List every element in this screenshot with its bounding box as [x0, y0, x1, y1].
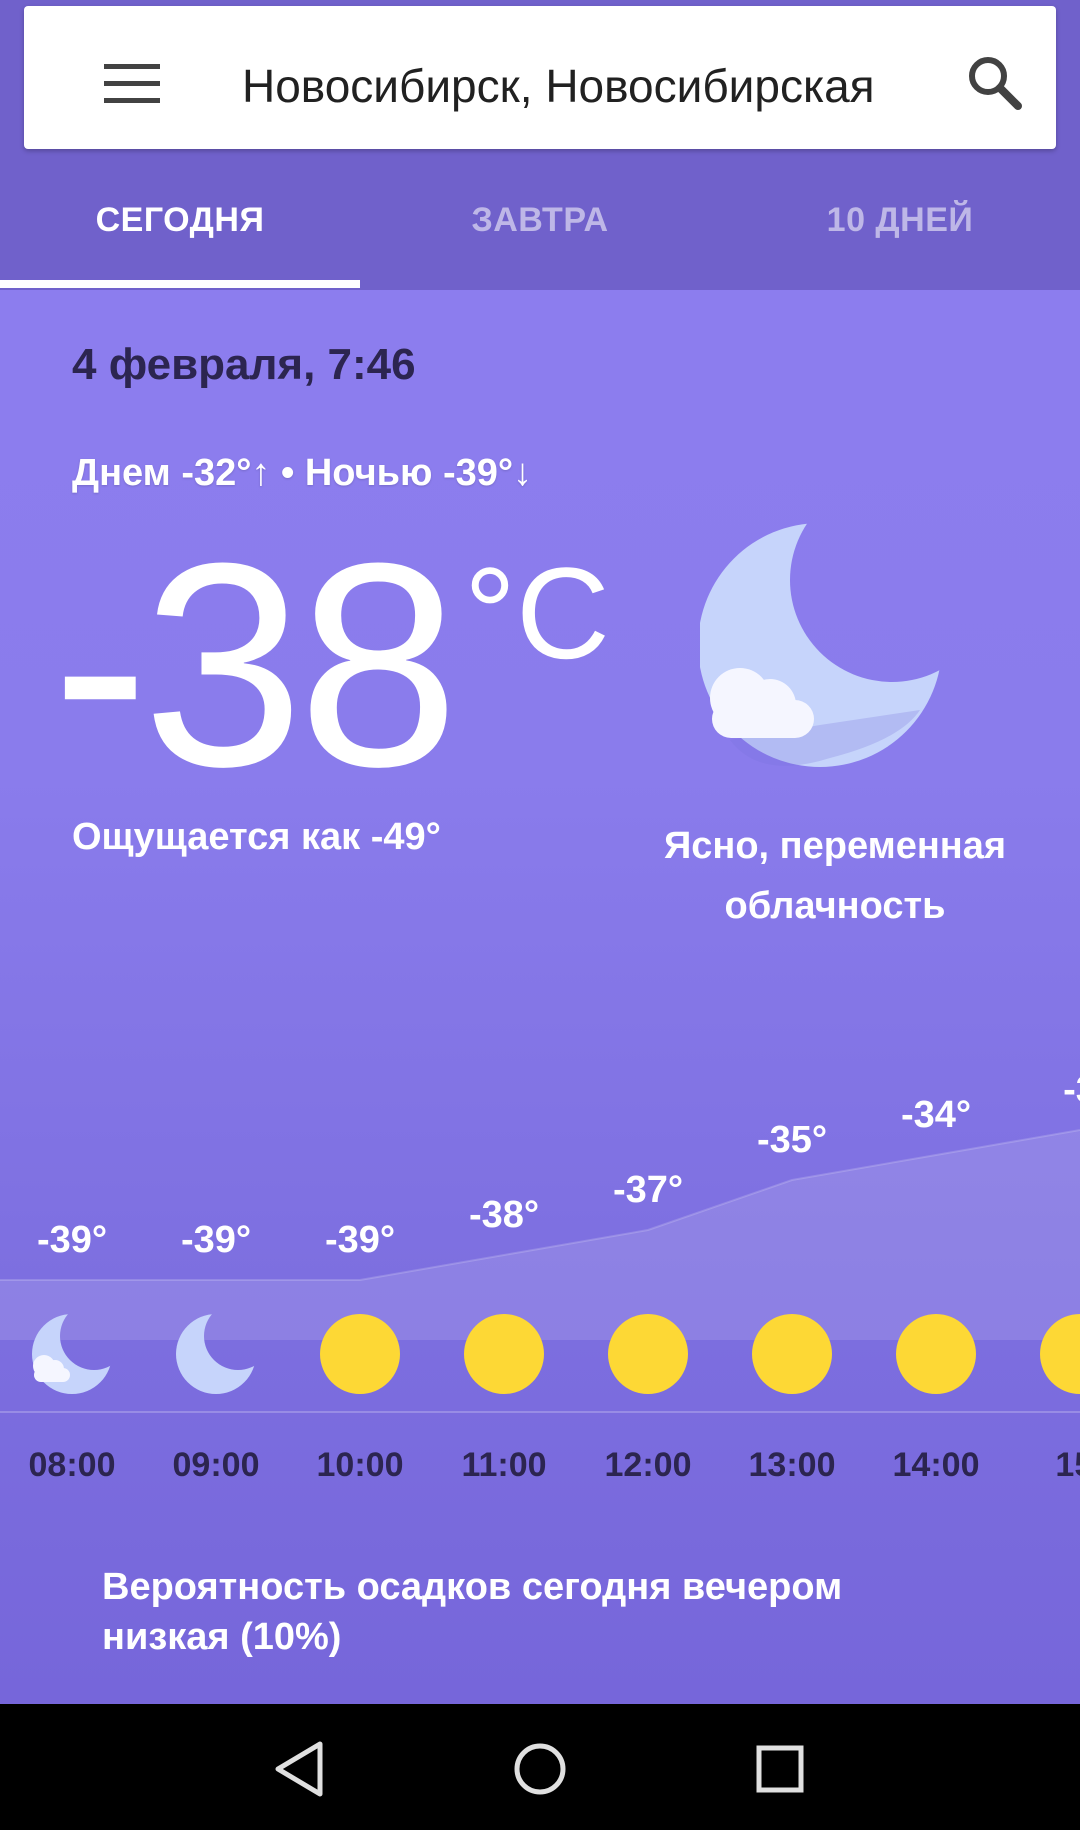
tab-indicator — [0, 280, 360, 288]
temperature-area — [0, 1130, 1080, 1340]
moon-cloud-icon — [698, 510, 960, 780]
temperature-unit: °C — [464, 540, 610, 686]
day-tabs: СЕГОДНЯ ЗАВТРА 10 ДНЕЙ — [0, 180, 1080, 290]
condition-line-2: облачность — [724, 885, 946, 927]
hourly-temp-label: -34° — [901, 1094, 971, 1136]
sun-icon — [464, 1314, 544, 1394]
back-icon[interactable] — [266, 1734, 336, 1804]
hourly-temp-label: -38° — [469, 1194, 539, 1236]
tab-10-days[interactable]: 10 ДНЕЙ — [720, 180, 1080, 280]
hourly-temp-label: -37° — [613, 1169, 683, 1211]
hourly-forecast[interactable]: -39° 08:00 -39° 09:00 -39° 10:00 -38° 11:00 -37°… — [0, 1040, 1080, 1500]
search-bar[interactable]: Новосибирск, Новосибирская — [24, 6, 1056, 149]
hourly-time-label: 14:00 — [893, 1446, 980, 1484]
system-nav-bar — [0, 1704, 1080, 1830]
precipitation-note: Вероятность осадков сегодня вечером низк… — [102, 1566, 843, 1658]
search-icon[interactable] — [964, 52, 1024, 112]
feels-like: Ощущается как -49° — [72, 816, 441, 858]
moon-icon — [176, 1314, 256, 1394]
hourly-time-label: 11:00 — [461, 1446, 546, 1484]
weather-screen: Новосибирск, Новосибирская СЕГОДНЯ ЗАВТР… — [0, 0, 1080, 1704]
date-time: 4 февраля, 7:46 — [72, 340, 416, 389]
condition-line-1: Ясно, переменная — [663, 825, 1007, 867]
tab-today[interactable]: СЕГОДНЯ — [0, 180, 360, 280]
hourly-time-label: 10:00 — [317, 1446, 404, 1484]
recents-icon[interactable] — [745, 1734, 815, 1804]
hourly-time-label: 08:00 — [29, 1446, 116, 1484]
day-night-range: Днем -32°↑ • Ночью -39°↓ — [72, 452, 533, 494]
hourly-time-label: 13:00 — [749, 1446, 836, 1484]
hourly-time-label: 12:00 — [605, 1446, 692, 1484]
moon-cloud-icon — [32, 1314, 112, 1394]
location-query[interactable]: Новосибирск, Новосибирская — [242, 46, 902, 126]
hourly-temp-label: -39° — [325, 1219, 395, 1261]
sun-icon — [608, 1314, 688, 1394]
home-icon[interactable] — [505, 1734, 575, 1804]
hourly-temp-label: -39° — [37, 1219, 107, 1261]
hourly-temp-label: -39° — [181, 1219, 251, 1261]
sun-icon — [320, 1314, 400, 1394]
condition-text: Ясно, переменная облачность — [620, 816, 1050, 936]
hourly-temp-label: -3 — [1063, 1069, 1080, 1111]
sun-icon — [752, 1314, 832, 1394]
hourly-time-label: 09:00 — [173, 1446, 260, 1484]
hourly-chart: -39° 08:00 -39° 09:00 -39° 10:00 -38° 11:00 -37°… — [0, 1069, 1080, 1484]
current-temperature: -38 — [52, 503, 459, 827]
hourly-time-label: 15: — [1055, 1446, 1080, 1484]
sun-icon — [896, 1314, 976, 1394]
hourly-temp-label: -35° — [757, 1119, 827, 1161]
tab-tomorrow[interactable]: ЗАВТРА — [360, 180, 720, 280]
menu-icon[interactable] — [104, 64, 160, 104]
